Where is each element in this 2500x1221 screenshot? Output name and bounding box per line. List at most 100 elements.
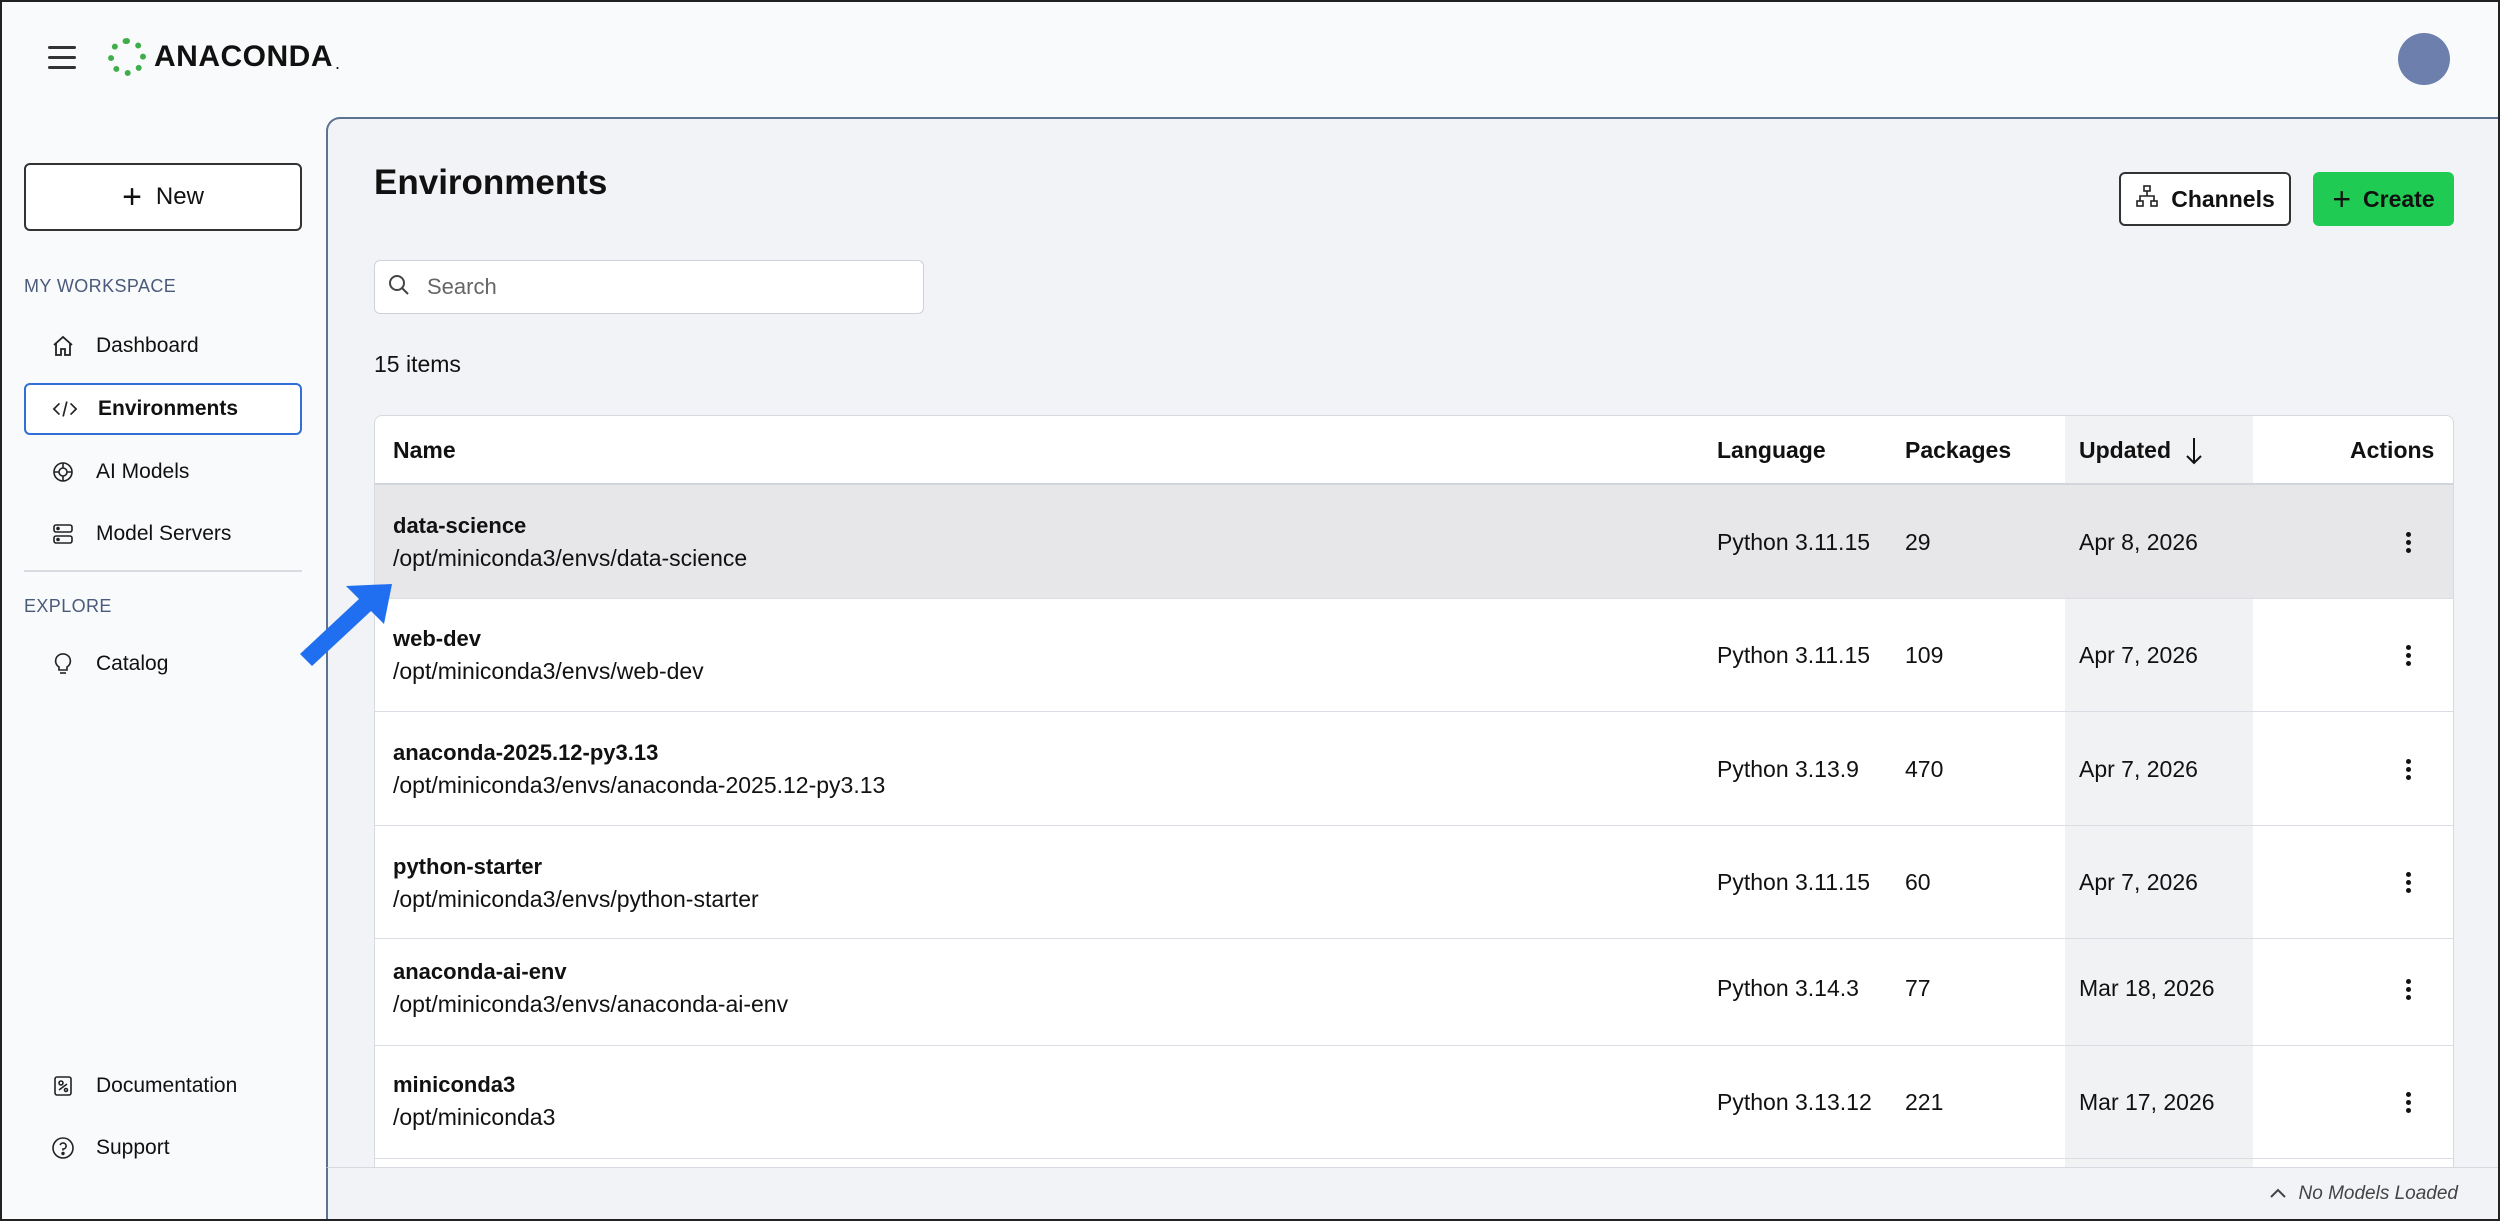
more-options-icon[interactable]: [2393, 638, 2423, 672]
environment-name: web-dev: [393, 626, 482, 651]
plus-icon: +: [2332, 181, 2352, 217]
environment-packages: 60: [1905, 869, 1931, 895]
channels-button-label: Channels: [2171, 185, 2275, 212]
environment-name: miniconda3: [393, 1072, 516, 1097]
search-icon: [387, 273, 411, 302]
environment-packages: 29: [1905, 529, 1931, 555]
environment-name: anaconda-2025.12-py3.13: [393, 740, 659, 765]
help-icon: [50, 1135, 76, 1161]
environment-updated: Mar 18, 2026: [2079, 975, 2215, 1001]
sidebar-item-dashboard[interactable]: Dashboard: [24, 320, 302, 372]
lightbulb-icon: [50, 651, 76, 677]
table-row[interactable]: anaconda-ai-env /opt/miniconda3/envs/ana…: [375, 939, 2453, 1046]
search-input[interactable]: [427, 274, 907, 300]
more-options-icon[interactable]: [2393, 752, 2423, 786]
environment-path: /opt/miniconda3/envs/anaconda-2025.12-py…: [393, 772, 886, 798]
user-avatar[interactable]: [2398, 33, 2450, 85]
environment-language: Python 3.14.3: [1717, 975, 1859, 1001]
main-panel: Environments Channels + Create 15 items …: [326, 117, 2500, 1175]
environment-language: Python 3.11.15: [1717, 869, 1871, 895]
model-status-toggle[interactable]: No Models Loaded: [2269, 1183, 2459, 1205]
more-options-icon[interactable]: [2393, 525, 2423, 559]
sidebar-item-catalog[interactable]: Catalog: [24, 638, 302, 690]
column-header-language[interactable]: Language: [1717, 437, 1826, 464]
column-header-name[interactable]: Name: [393, 437, 456, 464]
model-status-text: No Models Loaded: [2298, 1183, 2459, 1204]
table-row[interactable]: miniconda3 /opt/miniconda3 Python 3.13.1…: [375, 1046, 2453, 1159]
anaconda-ring-icon: [108, 38, 146, 76]
table-header-row: Name Language Packages Updated Actions: [375, 416, 2453, 485]
ai-models-icon: [50, 459, 76, 485]
sidebar-item-label: Catalog: [96, 652, 169, 675]
more-options-icon[interactable]: [2393, 865, 2423, 899]
sidebar-divider: [24, 570, 302, 572]
environment-language: Python 3.11.15: [1717, 642, 1871, 668]
sidebar-item-label: AI Models: [96, 460, 190, 483]
environment-language: Python 3.11.15: [1717, 529, 1871, 555]
workspace-section-label: MY WORKSPACE: [24, 276, 177, 296]
pointer-arrow-icon: [300, 584, 392, 666]
more-options-icon[interactable]: [2393, 972, 2423, 1006]
status-bar: No Models Loaded: [326, 1167, 2500, 1221]
sidebar-item-label: Model Servers: [96, 522, 232, 545]
environment-updated: Apr 7, 2026: [2079, 756, 2198, 782]
code-icon: [52, 396, 78, 422]
table-row[interactable]: web-dev /opt/miniconda3/envs/web-dev Pyt…: [375, 599, 2453, 712]
home-icon: [50, 333, 76, 359]
environment-updated: Apr 7, 2026: [2079, 869, 2198, 895]
environments-table: Name Language Packages Updated Actions d…: [374, 415, 2454, 1175]
environment-path: /opt/miniconda3/envs/data-science: [393, 545, 748, 571]
table-row[interactable]: data-science /opt/miniconda3/envs/data-s…: [375, 485, 2453, 599]
column-header-updated[interactable]: Updated: [2079, 437, 2171, 464]
environment-packages: 109: [1905, 642, 1944, 668]
sidebar-item-documentation[interactable]: Documentation: [24, 1060, 302, 1112]
sidebar-item-label: Dashboard: [96, 334, 199, 357]
environment-language: Python 3.13.12: [1717, 1089, 1872, 1115]
documentation-icon: [50, 1073, 76, 1099]
hamburger-menu-icon[interactable]: [48, 46, 76, 70]
environment-path: /opt/miniconda3/envs/web-dev: [393, 658, 704, 684]
environment-updated: Mar 17, 2026: [2079, 1089, 2215, 1115]
sidebar-item-model-servers[interactable]: Model Servers: [24, 508, 302, 560]
environment-updated: Apr 8, 2026: [2079, 529, 2198, 555]
environment-path: /opt/miniconda3: [393, 1104, 556, 1130]
environment-name: anaconda-ai-env: [393, 959, 567, 984]
environment-packages: 77: [1905, 975, 1931, 1001]
sidebar: + New MY WORKSPACE Dashboard Environment…: [0, 118, 326, 1221]
plus-icon: +: [122, 178, 142, 216]
logo-text: ANACONDA: [154, 40, 333, 73]
environment-path: /opt/miniconda3/envs/python-starter: [393, 886, 759, 912]
environment-name: python-starter: [393, 854, 543, 879]
server-icon: [50, 521, 76, 547]
explore-section-label: EXPLORE: [24, 596, 112, 616]
items-count: 15 items: [374, 351, 461, 377]
sidebar-item-label: Documentation: [96, 1074, 238, 1097]
column-header-packages[interactable]: Packages: [1905, 437, 2011, 464]
environment-name: data-science: [393, 513, 527, 538]
page-title: Environments: [374, 163, 608, 202]
channels-button[interactable]: Channels: [2119, 172, 2291, 226]
environment-updated: Apr 7, 2026: [2079, 642, 2198, 668]
anaconda-logo[interactable]: ANACONDA .: [108, 38, 340, 76]
table-row[interactable]: python-starter /opt/miniconda3/envs/pyth…: [375, 826, 2453, 939]
environment-path: /opt/miniconda3/envs/anaconda-ai-env: [393, 991, 789, 1017]
sidebar-item-environments[interactable]: Environments: [24, 383, 302, 435]
new-button[interactable]: + New: [24, 163, 302, 231]
logo-suffix: .: [335, 52, 341, 73]
sidebar-item-label: Support: [96, 1136, 170, 1159]
sidebar-item-label: Environments: [98, 397, 239, 420]
more-options-icon[interactable]: [2393, 1085, 2423, 1119]
network-icon: [2135, 184, 2159, 214]
new-button-label: New: [155, 183, 204, 210]
sort-descending-arrow-icon[interactable]: [2184, 436, 2204, 471]
environment-language: Python 3.13.9: [1717, 756, 1859, 782]
create-button[interactable]: + Create: [2313, 172, 2454, 226]
create-button-label: Create: [2363, 185, 2435, 212]
sidebar-item-ai-models[interactable]: AI Models: [24, 446, 302, 498]
sidebar-item-support[interactable]: Support: [24, 1122, 302, 1174]
table-row[interactable]: anaconda-2025.12-py3.13 /opt/miniconda3/…: [375, 712, 2453, 826]
environment-packages: 470: [1905, 756, 1944, 782]
chevron-up-icon: [2269, 1183, 2287, 1205]
search-box: [374, 260, 924, 314]
top-header: ANACONDA .: [0, 0, 2500, 118]
